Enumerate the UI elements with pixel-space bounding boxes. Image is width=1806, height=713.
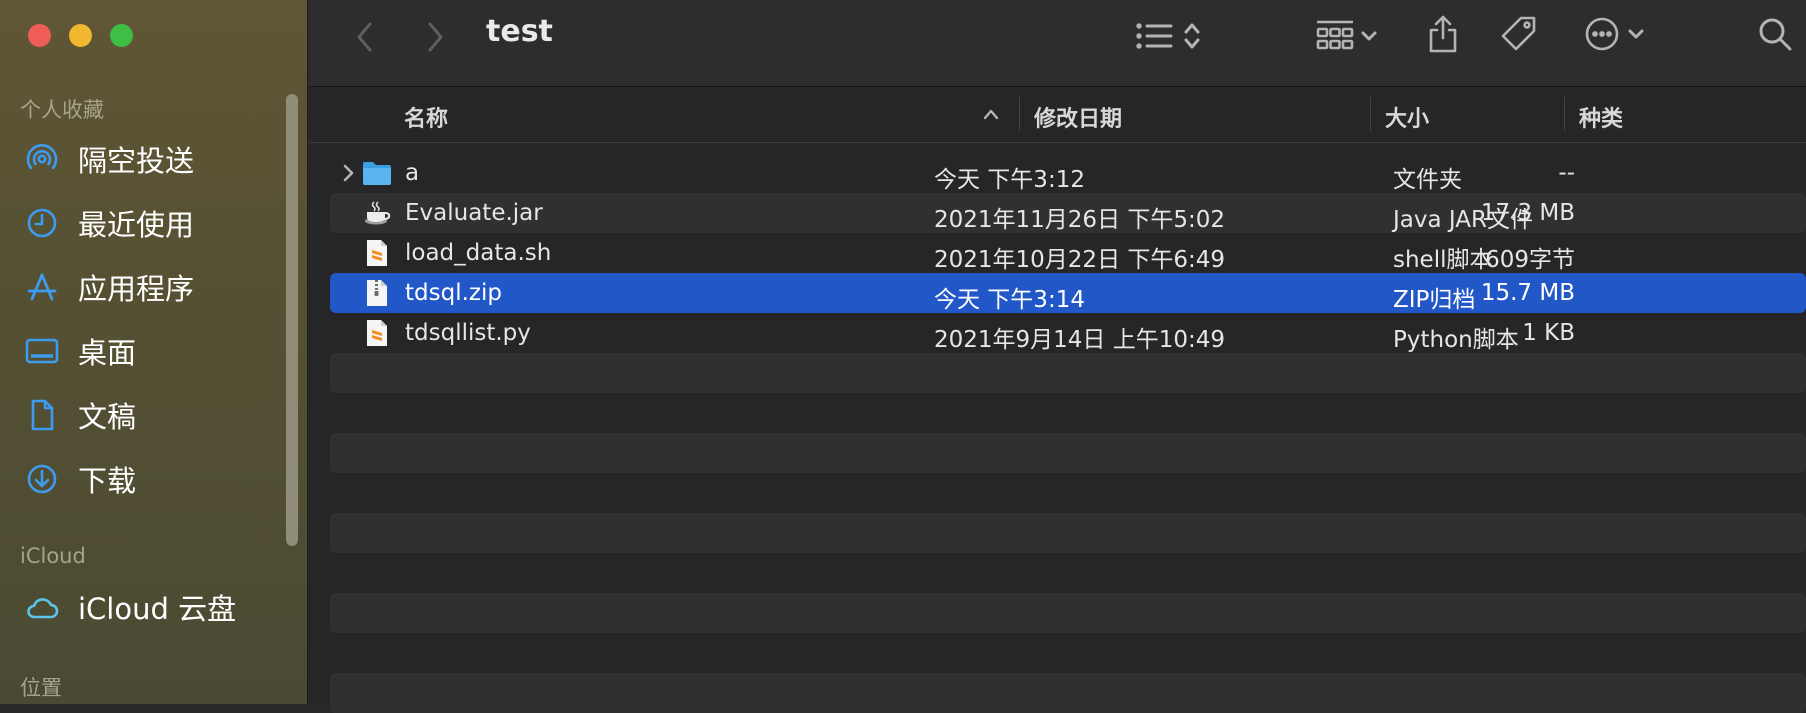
file-date: 2021年11月26日 下午5:02 [934,207,1226,233]
file-kind: 文件夹 [1393,167,1462,193]
search-button[interactable] [1757,16,1793,52]
sidebar-item-label: iCloud 云盘 [78,592,237,626]
file-name: load_data.sh [405,240,552,266]
sidebar-item-icloud-drive[interactable]: iCloud 云盘 [24,585,236,629]
favorites-section-title: 个人收藏 [20,98,104,122]
sidebar-item-recents[interactable]: 最近使用 [24,201,194,245]
share-icon [1429,15,1457,53]
close-window-button[interactable] [28,24,51,47]
forward-button[interactable] [423,20,447,54]
empty-row-stripe [330,673,1806,713]
file-kind: shell脚本 [1393,247,1493,273]
chevron-right-icon [428,22,443,52]
sidebar-item-label: 下载 [78,464,137,498]
empty-row-stripe [330,433,1806,473]
java-jar-icon [365,201,391,225]
sidebar-item-desktop[interactable]: 桌面 [24,329,136,373]
file-row-a[interactable]: a 今天 下午3:12 -- 文件夹 [330,153,1806,193]
file-row-tdsqllist-py[interactable]: tdsqllist.py 2021年9月14日 上午10:49 1 KB Pyt… [330,313,1806,353]
sidebar-scrollbar[interactable] [286,94,298,546]
download-icon [27,464,57,494]
sidebar-item-label: 桌面 [78,336,137,370]
list-view-icon [1136,23,1173,49]
chevron-down-icon [1628,29,1644,39]
empty-row-stripe [330,593,1806,633]
file-name: tdsql.zip [405,280,502,306]
file-size: 609字节 [1485,247,1575,273]
column-separator[interactable] [1564,97,1565,131]
sublime-script-icon [367,240,387,266]
more-actions-button[interactable] [1584,16,1646,52]
view-mode-button[interactable] [1135,18,1203,54]
file-row-load-data-sh[interactable]: load_data.sh 2021年10月22日 下午6:49 609字节 sh… [330,233,1806,273]
file-row-tdsql-zip[interactable]: tdsql.zip 今天 下午3:14 15.7 MB ZIP归档 [330,273,1806,313]
file-date: 2021年9月14日 上午10:49 [934,327,1226,353]
share-button[interactable] [1426,14,1460,54]
disclosure-triangle-icon[interactable] [341,161,357,185]
sidebar-item-airdrop[interactable]: 隔空投送 [24,137,194,181]
tag-icon [1501,16,1536,51]
sidebar-item-label: 文稿 [78,400,137,434]
window-controls [28,24,133,47]
airdrop-icon [26,144,58,170]
folder-icon [363,162,391,185]
up-down-chevron-icon [1184,23,1200,49]
grid-icon [1316,20,1354,50]
file-size: -- [1558,160,1575,186]
file-size: 15.7 MB [1480,280,1575,306]
sidebar-item-downloads[interactable]: 下载 [24,457,136,501]
file-row-evaluate-jar[interactable]: Evaluate.jar 2021年11月26日 下午5:02 17.3 MB … [330,193,1806,233]
empty-row-stripe [330,353,1806,393]
sidebar-item-applications[interactable]: 应用程序 [24,265,194,309]
ellipsis-circle-icon [1585,17,1619,51]
tags-button[interactable] [1499,14,1539,54]
zoom-window-button[interactable] [110,24,133,47]
sort-ascending-icon [983,109,999,120]
file-name: a [405,160,420,186]
chevron-left-icon [357,22,372,52]
column-header-size[interactable]: 大小 [1385,101,1429,133]
file-name: tdsqllist.py [405,320,531,346]
sidebar-item-label: 应用程序 [78,272,195,306]
locations-section-title: 位置 [20,676,62,700]
file-list: a 今天 下午3:12 -- 文件夹 Evaluate.jar 2021年11月… [309,143,1806,713]
cloud-icon [27,598,59,619]
minimize-window-button[interactable] [69,24,92,47]
column-header-date[interactable]: 修改日期 [1034,101,1122,133]
column-header-kind[interactable]: 种类 [1579,101,1623,133]
toolbar: test [309,0,1806,87]
search-icon [1759,18,1792,51]
column-separator[interactable] [1019,97,1020,131]
sidebar: 个人收藏 隔空投送 最近使用 应用程序 桌面 文稿 下载 iCloud iClo… [0,0,308,704]
column-separator[interactable] [1370,97,1371,131]
sublime-script-icon [367,320,387,346]
clock-icon [27,208,57,238]
column-header: 名称 修改日期 大小 种类 [309,87,1806,143]
chevron-down-icon [1361,31,1377,41]
column-header-name[interactable]: 名称 [404,101,448,133]
file-date: 今天 下午3:14 [934,287,1085,313]
window-title: test [486,14,553,49]
file-date: 今天 下午3:12 [934,167,1085,193]
file-date: 2021年10月22日 下午6:49 [934,247,1226,273]
file-kind: ZIP归档 [1393,287,1476,313]
sidebar-item-label: 隔空投送 [78,144,195,178]
document-icon [31,399,54,431]
zip-archive-icon [367,280,387,306]
sidebar-item-label: 最近使用 [78,208,195,242]
file-size: 1 KB [1522,320,1575,346]
empty-row-stripe [330,513,1806,553]
group-button[interactable] [1315,18,1379,54]
icloud-section-title: iCloud [20,544,86,568]
file-kind: Java JAR文件 [1393,207,1533,233]
file-kind: Python脚本 [1393,327,1519,353]
applications-icon [27,273,57,301]
back-button[interactable] [353,20,377,54]
desktop-icon [25,338,59,364]
file-name: Evaluate.jar [405,200,543,226]
sidebar-item-documents[interactable]: 文稿 [24,393,136,437]
